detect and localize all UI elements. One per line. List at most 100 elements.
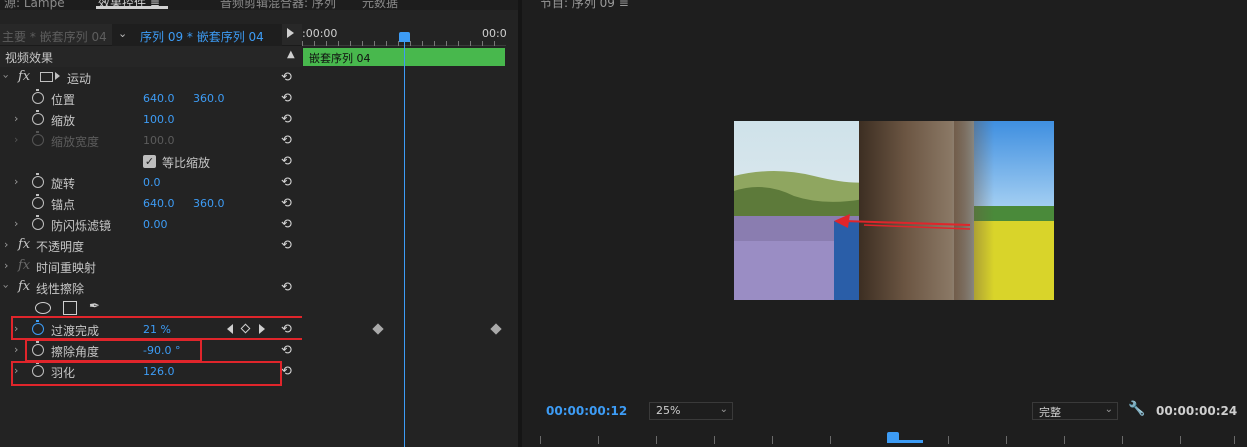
fx-icon[interactable]: fx: [18, 237, 30, 252]
duration-timecode: 00:00:00:24: [1156, 404, 1238, 418]
effect-name: 时间重映射: [36, 261, 97, 275]
ruler-tick: [948, 436, 949, 444]
param-row-scale-width: › 缩放宽度 100.0 ⟲: [0, 130, 302, 151]
param-label: 等比缩放: [162, 156, 211, 170]
ruler-tick: [1064, 436, 1065, 444]
reset-icon[interactable]: ⟲: [281, 343, 292, 358]
twirl-collapsed-icon[interactable]: ›: [14, 175, 18, 188]
effect-name: 不透明度: [36, 240, 85, 254]
rectangle-mask-icon[interactable]: [63, 301, 77, 315]
position-x-value[interactable]: 640.0: [143, 92, 175, 105]
effect-row-linear-wipe[interactable]: › fx 线性擦除 ⟲: [0, 277, 302, 298]
ellipse-mask-icon[interactable]: [35, 302, 51, 314]
reset-icon[interactable]: ⟲: [281, 70, 292, 85]
ruler-tick: [830, 436, 831, 444]
quality-dropdown[interactable]: 完整 ⌄: [1032, 402, 1118, 420]
ruler-tick: [656, 436, 657, 444]
transform-box-icon[interactable]: [40, 72, 53, 82]
stopwatch-icon[interactable]: [32, 194, 44, 209]
pen-mask-icon[interactable]: ✒: [89, 299, 100, 314]
param-label: 缩放: [51, 114, 76, 128]
anchor-x-value[interactable]: 640.0: [143, 197, 175, 210]
chevron-down-icon: ⌄: [1104, 404, 1113, 415]
twirl-collapsed-icon[interactable]: ›: [14, 112, 18, 125]
stopwatch-icon: [32, 131, 44, 146]
fx-icon[interactable]: fx: [18, 279, 30, 294]
uniform-scale-checkbox[interactable]: ✓: [143, 155, 156, 168]
twirl-collapsed-icon[interactable]: ›: [4, 259, 8, 272]
keyframe-diamond[interactable]: [490, 323, 502, 335]
twirl-collapsed-icon[interactable]: ›: [4, 238, 8, 251]
param-row-scale: › 缩放 100.0 ⟲: [0, 109, 302, 130]
reset-icon[interactable]: ⟲: [281, 133, 292, 148]
current-timecode[interactable]: 00:00:00:12: [546, 404, 627, 418]
wrench-icon[interactable]: 🔧: [1128, 401, 1145, 417]
effect-row-opacity[interactable]: › fx 不透明度 ⟲: [0, 235, 302, 256]
ruler-tick: [1006, 436, 1007, 444]
playhead-handle[interactable]: [399, 32, 410, 42]
anchor-y-value[interactable]: 360.0: [193, 197, 225, 210]
playhead-line[interactable]: [404, 36, 405, 447]
tab-metadata[interactable]: 元数据: [362, 0, 398, 10]
tab-audio-mixer[interactable]: 音频剪辑混合器: 序列: [220, 0, 336, 10]
param-label: 缩放宽度: [51, 135, 100, 149]
sequence-dropdown[interactable]: ⌄ 序列 09 * 嵌套序列 04: [112, 24, 282, 46]
zoom-value: 25%: [656, 404, 681, 417]
effect-row-time-remap[interactable]: › fx 时间重映射: [0, 256, 302, 277]
effect-controls-panel: 源: Lampe 效果控件 ≡ 音频剪辑混合器: 序列 元数据 主要 * 嵌套序…: [0, 0, 518, 447]
monitor-time-ruler[interactable]: [536, 432, 1236, 447]
monitor-playhead-bar: [887, 440, 923, 443]
master-clip-label[interactable]: 主要 * 嵌套序列 04: [2, 28, 107, 45]
quality-value: 完整: [1039, 406, 1061, 419]
reset-icon[interactable]: ⟲: [281, 217, 292, 232]
effect-controls-timeline[interactable]: :00:00 00:0 嵌套序列 04: [302, 24, 518, 447]
play-triangle-icon[interactable]: [287, 28, 294, 38]
reset-icon[interactable]: ⟲: [281, 154, 292, 169]
effect-name: 线性擦除: [36, 282, 85, 296]
stopwatch-icon[interactable]: [32, 110, 44, 125]
param-row-position: 位置 640.0 360.0 ⟲: [0, 88, 302, 109]
video-effects-header: 视频效果 ▲: [0, 46, 302, 67]
twirl-collapsed-icon[interactable]: ›: [14, 343, 18, 356]
param-row-anti-flicker: › 防闪烁滤镜 0.00 ⟲: [0, 214, 302, 235]
reset-icon[interactable]: ⟲: [281, 175, 292, 190]
ruler-end-time: 00:0: [482, 27, 507, 40]
twirl-expanded-icon[interactable]: ›: [0, 284, 13, 288]
video-frame-image: [734, 121, 1054, 300]
reset-icon[interactable]: ⟲: [281, 91, 292, 106]
reset-icon[interactable]: ⟲: [281, 280, 292, 295]
stopwatch-icon[interactable]: [32, 173, 44, 188]
zoom-dropdown[interactable]: 25% ⌄: [649, 402, 733, 420]
reset-icon[interactable]: ⟲: [281, 238, 292, 253]
highlight-feather: [11, 361, 282, 386]
reset-icon[interactable]: ⟲: [281, 364, 292, 379]
twirl-expanded-icon[interactable]: ›: [0, 74, 13, 78]
ruler-tick: [1234, 436, 1235, 444]
tab-program-monitor[interactable]: 节目: 序列 09 ≡: [540, 0, 629, 11]
panel-tab-bar: 源: Lampe 效果控件 ≡ 音频剪辑混合器: 序列 元数据: [0, 0, 518, 10]
sequence-name: 序列 09 * 嵌套序列 04: [140, 30, 264, 44]
fx-icon[interactable]: fx: [18, 69, 30, 84]
section-title: 视频效果: [5, 51, 54, 65]
keyframe-diamond[interactable]: [372, 323, 384, 335]
twirl-collapsed-icon[interactable]: ›: [14, 217, 18, 230]
rotation-value[interactable]: 0.0: [143, 176, 161, 189]
reset-icon[interactable]: ⟲: [281, 196, 292, 211]
anti-flicker-value[interactable]: 0.00: [143, 218, 168, 231]
transform-arrow-icon: [55, 72, 60, 80]
collapse-up-icon[interactable]: ▲: [287, 49, 295, 60]
tab-source[interactable]: 源: Lampe: [4, 0, 65, 10]
effect-row-motion[interactable]: › fx 运动 ⟲: [0, 67, 302, 88]
highlight-wipe-angle: [25, 339, 202, 362]
position-y-value[interactable]: 360.0: [193, 92, 225, 105]
chevron-down-icon: ⌄: [719, 404, 728, 415]
stopwatch-icon[interactable]: [32, 89, 44, 104]
stopwatch-icon[interactable]: [32, 215, 44, 230]
chevron-down-icon: ⌄: [118, 27, 128, 40]
reset-icon[interactable]: ⟲: [281, 112, 292, 127]
scale-value[interactable]: 100.0: [143, 113, 175, 126]
scale-width-value: 100.0: [143, 134, 175, 147]
param-label: 防闪烁滤镜: [51, 219, 112, 233]
effect-name: 运动: [67, 72, 92, 86]
ruler-tick: [598, 436, 599, 444]
